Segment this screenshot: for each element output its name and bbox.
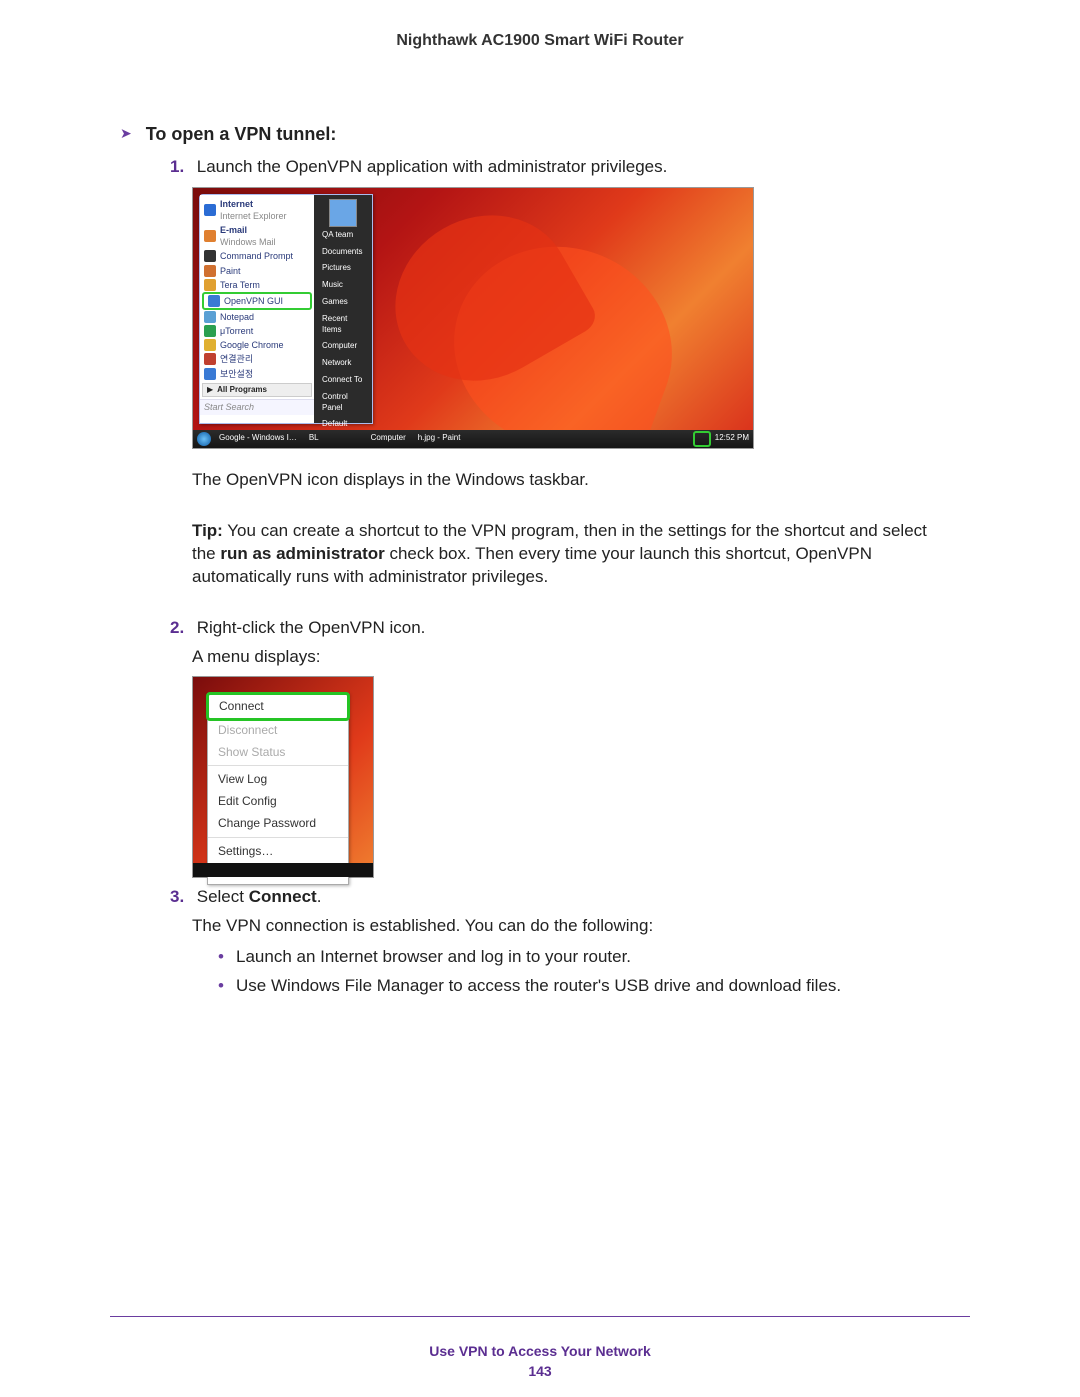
page-number: 143 — [0, 1362, 1080, 1381]
step-number: 1. — [170, 156, 192, 179]
menu-item-edit-config[interactable]: Edit Config — [208, 790, 348, 812]
start-menu: InternetInternet ExplorerE-mailWindows M… — [199, 194, 373, 424]
step-3: 3. Select Connect. — [170, 886, 970, 909]
start-menu-item[interactable]: E-mailWindows Mail — [200, 223, 314, 249]
menu-item-settings-[interactable]: Settings… — [208, 840, 348, 862]
taskbar-tab[interactable]: Computer — [367, 433, 410, 444]
start-menu-right-item[interactable]: Games — [318, 294, 368, 311]
start-menu-right-item[interactable]: Pictures — [318, 260, 368, 277]
taskbar — [193, 863, 373, 877]
start-menu-item[interactable]: InternetInternet Explorer — [200, 197, 314, 223]
step-1: 1. Launch the OpenVPN application with a… — [170, 156, 970, 179]
start-menu-item[interactable]: 보안설정 — [200, 367, 314, 381]
start-menu-item[interactable]: Paint — [200, 264, 314, 278]
start-menu-item[interactable]: Command Prompt — [200, 249, 314, 263]
figure-context-menu: ConnectDisconnectShow Status View LogEdit… — [192, 676, 374, 878]
taskbar-tab[interactable]: Google - Windows I… — [215, 433, 301, 444]
menu-item-show-status: Show Status — [208, 741, 348, 763]
start-menu-right-column: QA teamDocumentsPicturesMusicGamesRecent… — [314, 195, 372, 423]
step-3-result: The VPN connection is established. You c… — [192, 915, 970, 938]
section-title: To open a VPN tunnel: — [146, 122, 337, 146]
bullet-item: Launch an Internet browser and log in to… — [218, 946, 970, 969]
step-1-result: The OpenVPN icon displays in the Windows… — [192, 469, 970, 492]
all-programs-button[interactable]: ▶All Programs — [202, 383, 312, 398]
step-2-result: A menu displays: — [192, 646, 970, 669]
openvpn-tray-icon[interactable] — [693, 431, 711, 447]
start-button-icon[interactable] — [197, 432, 211, 446]
bullet-item: Use Windows File Manager to access the r… — [218, 975, 970, 998]
menu-item-connect[interactable]: Connect — [206, 692, 350, 720]
step-text: Select — [197, 887, 249, 906]
step-number: 3. — [170, 886, 192, 909]
tip-label: Tip: — [192, 521, 223, 540]
taskbar-tab[interactable]: BL — [305, 433, 323, 444]
start-menu-right-item[interactable]: QA team — [318, 227, 368, 244]
openvpn-context-menu: ConnectDisconnectShow Status View LogEdit… — [207, 693, 349, 885]
step-2: 2. Right-click the OpenVPN icon. — [170, 617, 970, 640]
start-search-input[interactable]: Start Search — [200, 399, 314, 414]
start-menu-item[interactable]: Notepad — [200, 310, 314, 324]
menu-item-change-password[interactable]: Change Password — [208, 812, 348, 834]
figure-start-menu: InternetInternet ExplorerE-mailWindows M… — [192, 187, 754, 449]
menu-item-view-log[interactable]: View Log — [208, 768, 348, 790]
footer-rule — [110, 1316, 970, 1317]
start-menu-item[interactable]: 연결관리 — [200, 352, 314, 366]
tip-bold: run as administrator — [220, 544, 384, 563]
taskbar-clock: 12:52 PM — [715, 433, 749, 444]
start-menu-item[interactable]: μTorrent — [200, 324, 314, 338]
user-avatar — [329, 199, 357, 227]
start-menu-item[interactable]: Tera Term — [200, 278, 314, 292]
page-header: Nighthawk AC1900 Smart WiFi Router — [110, 30, 970, 52]
step-number: 2. — [170, 617, 192, 640]
start-menu-right-item[interactable]: Music — [318, 277, 368, 294]
taskbar: Google - Windows I… BL Computer h.jpg - … — [193, 430, 753, 448]
tip-block: Tip: You can create a shortcut to the VP… — [192, 520, 970, 589]
footer-title: Use VPN to Access Your Network — [0, 1342, 1080, 1361]
step-text: Right-click the OpenVPN icon. — [197, 618, 426, 637]
start-menu-item[interactable]: Google Chrome — [200, 338, 314, 352]
menu-item-disconnect: Disconnect — [208, 719, 348, 741]
step-bold: Connect — [249, 887, 317, 906]
taskbar-tab[interactable]: h.jpg - Paint — [414, 433, 465, 444]
step-text: . — [317, 887, 322, 906]
start-menu-right-item[interactable]: Computer — [318, 338, 368, 355]
start-menu-item[interactable]: OpenVPN GUI — [202, 292, 312, 310]
document-page: Nighthawk AC1900 Smart WiFi Router ➤ To … — [0, 0, 1080, 1397]
chevron-right-icon: ➤ — [120, 124, 132, 143]
bullet-list: Launch an Internet browser and log in to… — [110, 946, 970, 998]
start-menu-right-item[interactable]: Connect To — [318, 372, 368, 389]
start-menu-right-item[interactable]: Documents — [318, 244, 368, 261]
start-menu-right-item[interactable]: Network — [318, 355, 368, 372]
start-menu-right-item[interactable]: Recent Items — [318, 311, 368, 339]
start-menu-right-item[interactable]: Control Panel — [318, 389, 368, 417]
step-text: Launch the OpenVPN application with admi… — [197, 157, 668, 176]
section-heading: ➤ To open a VPN tunnel: — [120, 122, 970, 146]
